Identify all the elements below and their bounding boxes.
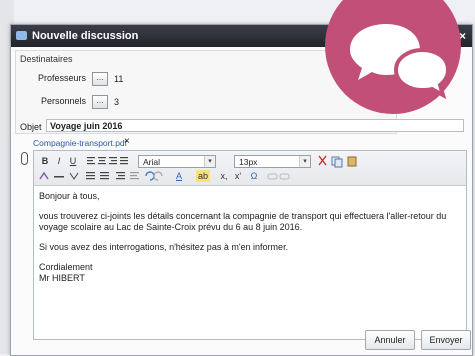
editor-toolbar: B I U Arial ▾ 13px ▾ A ab x, x' Ω <box>34 151 466 186</box>
remove-attachment-icon[interactable]: × <box>124 136 130 147</box>
dialog-title: Nouvelle discussion <box>32 30 139 42</box>
message-closing: Cordialement <box>39 262 93 272</box>
recipients-legend: Destinataires <box>20 54 73 64</box>
superscript-button[interactable]: x' <box>232 170 244 182</box>
message-editor: B I U Arial ▾ 13px ▾ A ab x, x' Ω Bonjou… <box>33 150 467 340</box>
text-color-button[interactable]: A <box>174 170 184 182</box>
message-body[interactable]: Bonjour à tous, vous trouverez ci-joints… <box>39 191 459 284</box>
recipient-label: Professeurs <box>37 73 86 83</box>
subscript-button[interactable]: x, <box>218 170 230 182</box>
staff-select-button[interactable]: … <box>92 95 108 109</box>
attachment-link[interactable]: Compagnie-transport.pdf <box>33 138 127 148</box>
recipient-row-staff: Personnels <box>16 96 86 108</box>
font-family-value: Arial <box>143 157 161 167</box>
link-icon[interactable] <box>266 171 292 182</box>
italic-button[interactable]: I <box>54 155 64 167</box>
clipboard-icons[interactable] <box>316 154 360 168</box>
recipient-row-teachers: Professeurs <box>16 73 86 85</box>
app-icon <box>16 31 27 40</box>
paperclip-icon[interactable] <box>21 152 28 165</box>
font-family-select[interactable]: Arial ▾ <box>138 155 216 168</box>
message-paragraph: vous trouverez ci-joints les détails con… <box>39 211 447 232</box>
staff-count: 3 <box>114 97 120 107</box>
message-signature: Mr HIBERT <box>39 273 85 283</box>
send-button[interactable]: Envoyer <box>421 330 471 350</box>
font-size-value: 13px <box>239 157 258 167</box>
subject-label: Objet <box>20 122 42 132</box>
bold-button[interactable]: B <box>40 155 50 167</box>
font-size-select[interactable]: 13px ▾ <box>234 155 311 168</box>
format-row-icons[interactable] <box>38 170 168 183</box>
teachers-count: 11 <box>114 74 124 84</box>
underline-button[interactable]: U <box>68 155 78 167</box>
message-paragraph: Si vous avez des interrogations, n'hésit… <box>39 242 289 252</box>
recipient-label: Personnels <box>40 96 86 106</box>
cancel-button[interactable]: Annuler <box>365 330 415 350</box>
highlight-button[interactable]: ab <box>196 170 210 182</box>
special-char-button[interactable]: Ω <box>248 170 260 182</box>
chat-bubbles-icon <box>325 0 461 114</box>
alignment-icons[interactable] <box>86 155 130 167</box>
chevron-down-icon: ▾ <box>204 156 215 167</box>
message-greeting: Bonjour à tous, <box>39 191 100 201</box>
chevron-down-icon: ▾ <box>299 156 310 167</box>
teachers-select-button[interactable]: … <box>92 72 108 86</box>
